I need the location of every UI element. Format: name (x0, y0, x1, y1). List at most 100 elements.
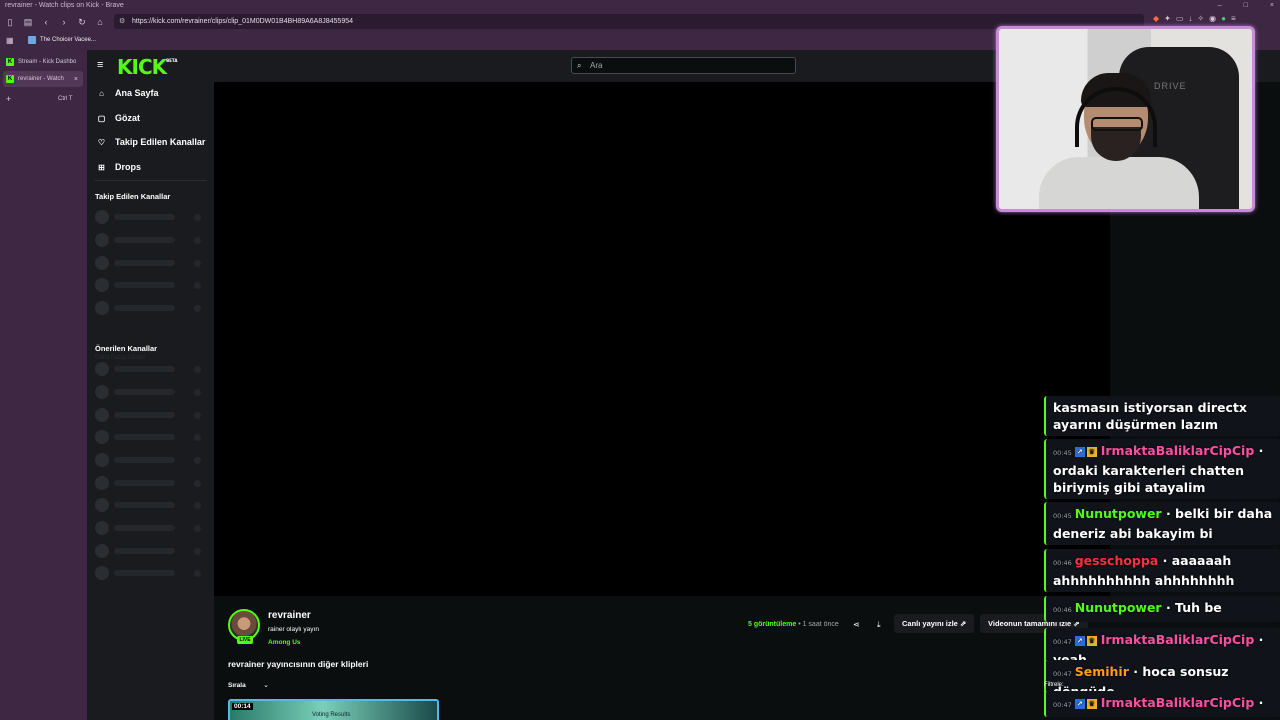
chat-time: 00:45 (1053, 512, 1072, 520)
chat-username[interactable]: Semihir (1075, 664, 1129, 679)
channel-skeleton (95, 521, 207, 535)
sidebar-item-following[interactable]: ♡ Takip Edilen Kanallar (97, 137, 205, 147)
verified-badge-icon: ↗ (1074, 635, 1085, 646)
hamburger-menu-icon[interactable]: ≡ (97, 59, 103, 71)
video-player[interactable] (214, 82, 1110, 596)
menu-icon[interactable]: ≡ (1231, 14, 1236, 23)
drops-icon: ⊞ (98, 162, 105, 172)
home-icon: ⌂ (99, 88, 104, 98)
channel-skeleton (95, 385, 207, 399)
search-input[interactable]: ⌕ Ara (571, 57, 796, 74)
logo-beta: BETA (166, 58, 178, 63)
logo-text: KICK (117, 55, 167, 79)
channel-skeleton (95, 278, 207, 292)
channel-skeleton (95, 430, 207, 444)
channel-skeleton (95, 233, 207, 247)
close-window-icon[interactable]: × (1270, 0, 1274, 12)
share-icon[interactable]: ⋖ (853, 620, 860, 629)
channel-skeleton (95, 362, 207, 376)
apps-icon[interactable]: ▦ (6, 36, 14, 45)
chat-time: 00:45 (1053, 449, 1072, 457)
chat-username[interactable]: IrmaktaBaliklarCipCip (1101, 632, 1255, 647)
streamer-shirt (1039, 157, 1199, 209)
extension-icon[interactable]: ✦ (1164, 14, 1171, 23)
chat-time: 00:46 (1053, 559, 1072, 567)
kick-favicon-icon: K (6, 58, 14, 66)
recommended-channels-heading: Önerilen Kanallar (95, 344, 158, 353)
chat-time: 00:47 (1053, 638, 1072, 646)
back-icon[interactable]: ‹ (38, 14, 54, 30)
chevron-down-icon[interactable]: ⌄ (258, 680, 274, 692)
crown-badge-icon: ♛ (1086, 698, 1097, 709)
site-info-icon[interactable]: ⚙ (119, 14, 125, 29)
chat-username[interactable]: gesschoppa (1075, 553, 1159, 568)
chat-colon: · (1254, 695, 1264, 710)
chat-text: kasmasın istiyorsan directx ayarını düşü… (1053, 400, 1247, 432)
download-icon[interactable]: ↓ (1188, 14, 1192, 23)
channel-skeleton (95, 301, 207, 315)
profile-icon[interactable]: ● (1221, 14, 1226, 23)
bookmark-label: The Choicer Vacee... (40, 37, 96, 43)
external-link-icon: ⇗ (959, 619, 967, 628)
chat-colon: · (1254, 632, 1264, 647)
chat-filter-label[interactable]: Filtrele: (1044, 682, 1064, 688)
search-placeholder: Ara (590, 61, 603, 70)
home-browser-icon[interactable]: ⌂ (92, 14, 108, 30)
watch-live-button[interactable]: Canlı yayını izle ⇗ (894, 614, 975, 633)
channel-skeleton (95, 453, 207, 467)
chat-time: 00:47 (1053, 701, 1072, 709)
heart-icon: ♡ (97, 137, 106, 147)
channel-skeleton (95, 566, 207, 580)
sidebar-item-home[interactable]: ⌂ Ana Sayfa (97, 88, 159, 98)
chat-username[interactable]: IrmaktaBaliklarCipCip (1101, 695, 1255, 710)
sidebar-item-label: Ana Sayfa (115, 88, 159, 98)
leo-icon[interactable]: ✧ (1197, 14, 1204, 23)
maximize-icon[interactable]: □ (1244, 0, 1248, 12)
meta-separator: • (798, 621, 801, 628)
sidebar-item-drops[interactable]: ⊞ Drops (97, 162, 141, 172)
clip-meta: 5 görüntüleme • 1 saat önce (748, 621, 839, 628)
webcam-overlay: DRIVE (996, 26, 1255, 212)
tab-label: Stream - Kick Dashbo (18, 59, 77, 65)
chat-username[interactable]: Nunutpower (1075, 600, 1162, 615)
close-tab-icon[interactable]: × (74, 76, 78, 83)
new-tab-icon[interactable]: + (6, 94, 11, 104)
channel-name[interactable]: revrainer (268, 610, 311, 621)
search-icon: ⌕ (577, 61, 582, 70)
category-link[interactable]: Among Us (268, 639, 301, 646)
chat-colon: · (1161, 600, 1176, 615)
bookmark-item[interactable]: The Choicer Vacee... (28, 36, 96, 44)
vpn-icon[interactable]: ◉ (1209, 14, 1216, 23)
tab-revrainer[interactable]: K revrainer - Watch × (3, 71, 83, 87)
download-clip-icon[interactable]: ⤓ (877, 620, 881, 630)
divider (95, 180, 207, 181)
verified-badge-icon: ↗ (1074, 698, 1085, 709)
chat-username[interactable]: Nunutpower (1075, 506, 1162, 521)
minimize-icon[interactable]: – (1218, 0, 1222, 12)
sort-label: Sırala (228, 682, 246, 689)
other-clips-heading: revrainer yayıncısının diğer klipleri (228, 659, 369, 669)
sidebar-item-browse[interactable]: ▢ Gözat (97, 113, 140, 123)
clip-thumbnail[interactable]: 00:14 Voting Results (228, 699, 439, 720)
chat-text: Tuh be (1175, 600, 1222, 615)
forward-icon[interactable]: › (56, 14, 72, 30)
brave-shield-icon[interactable]: ◆ (1153, 14, 1159, 23)
tab-stream-dashboard[interactable]: K Stream - Kick Dashbo (3, 54, 83, 70)
show-more-link[interactable]: Daha Fazla Göster (95, 355, 145, 361)
address-bar[interactable]: ⚙ https://kick.com/revrainer/clips/clip_… (114, 14, 1144, 29)
tab-overview-icon[interactable]: ▤ (20, 14, 36, 30)
chair-brand-text: DRIVE (1154, 81, 1187, 91)
followed-channels-heading: Takip Edilen Kanallar (95, 192, 171, 201)
kick-logo[interactable]: KICKBETA (117, 55, 177, 79)
reload-icon[interactable]: ↻ (74, 14, 90, 30)
chat-message: 00:45 Nunutpower · belki bir daha deneriz… (1044, 502, 1280, 545)
wallet-icon[interactable]: ▭ (1176, 14, 1184, 23)
new-tab-shortcut: Ctrl T (58, 96, 73, 102)
chat-username[interactable]: IrmaktaBaliklarCipCip (1101, 443, 1255, 458)
time-ago: 1 saat önce (802, 621, 839, 628)
chat-colon: · (1161, 506, 1176, 521)
sidebar-toggle-icon[interactable]: ▯ (2, 14, 18, 30)
sidebar-item-label: Gözat (115, 113, 141, 123)
channel-skeleton (95, 408, 207, 422)
extensions-area: ◆ ✦ ▭ ↓ ✧ ◉ ● ≡ (1153, 14, 1236, 23)
